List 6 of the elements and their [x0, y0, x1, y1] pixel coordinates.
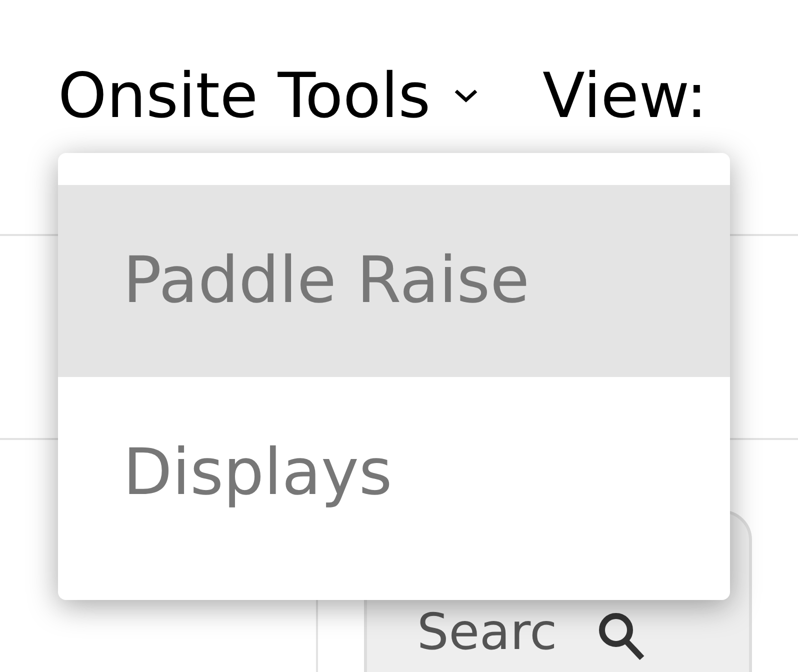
search-icon: [597, 611, 646, 661]
menu-item[interactable]: Displays: [58, 377, 730, 569]
onsite-tools-dropdown[interactable]: Onsite Tools: [58, 62, 479, 130]
chevron-down-icon: [452, 88, 479, 104]
view-label: View:: [542, 62, 708, 130]
menu-item[interactable]: Paddle Raise: [58, 185, 730, 377]
